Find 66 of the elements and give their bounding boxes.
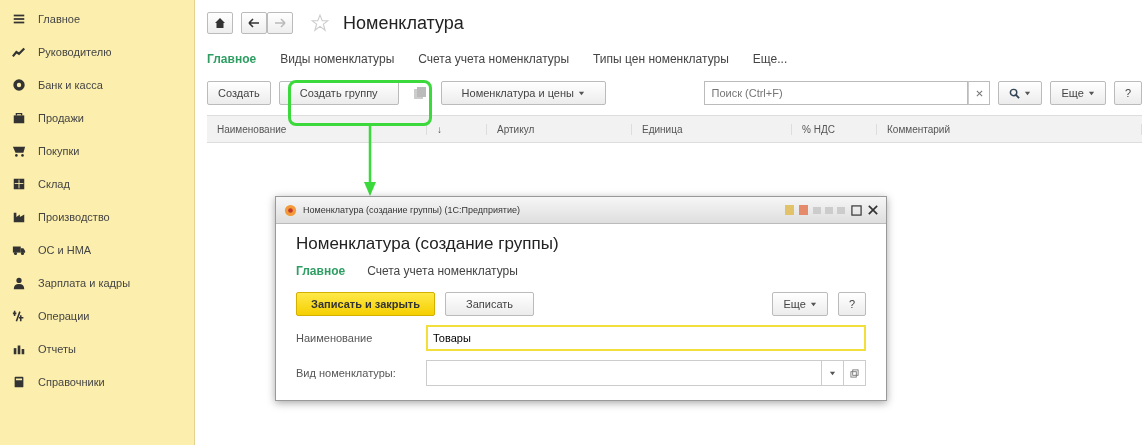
home-icon (214, 17, 226, 29)
create-button[interactable]: Создать (207, 81, 271, 105)
page-title: Номенклатура (343, 12, 464, 34)
search-options-button[interactable] (998, 81, 1043, 105)
tab[interactable]: Типы цен номенклатуры (593, 52, 729, 66)
forward-arrow-icon (274, 17, 286, 29)
close-icon[interactable] (868, 205, 878, 215)
tab[interactable]: Счета учета номенклатуры (367, 264, 518, 278)
sidebar-item[interactable]: Отчеты (0, 332, 194, 365)
sidebar-item[interactable]: Склад (0, 167, 194, 200)
field-label: Вид номенклатуры: (296, 367, 397, 379)
sidebar-item[interactable]: Руководителю (0, 35, 194, 68)
open-icon[interactable] (850, 368, 859, 378)
column-header[interactable]: Артикул (487, 123, 632, 135)
caret-icon (809, 300, 817, 308)
prices-dropdown-button[interactable]: Номенклатура и цены (440, 81, 606, 105)
sidebar-item[interactable]: Зарплата и кадры (0, 266, 194, 299)
coin-icon (12, 77, 26, 92)
back-button[interactable] (241, 12, 267, 34)
column-header[interactable]: Комментарий (877, 123, 1142, 135)
toolbar-icons[interactable] (785, 204, 845, 216)
sidebar-item[interactable]: Справочники (0, 365, 194, 398)
column-header[interactable]: ↓ (427, 123, 487, 135)
sidebar-item[interactable]: Покупки (0, 134, 194, 167)
help-button[interactable]: ? (1113, 81, 1142, 105)
book-icon (12, 374, 26, 389)
column-header[interactable]: % НДС (792, 123, 877, 135)
search-field[interactable]: Поиск (Ctrl+F) (704, 81, 969, 105)
more-button[interactable]: Еще (772, 292, 828, 316)
back-arrow-icon (248, 17, 260, 29)
more-button[interactable]: Еще (1050, 81, 1106, 105)
save-close-button[interactable]: Записать и закрыть (296, 292, 436, 316)
save-button[interactable]: Записать (445, 292, 535, 316)
home-button[interactable] (207, 12, 233, 34)
star-icon[interactable] (311, 14, 329, 32)
tab[interactable]: Счета учета номенклатуры (418, 52, 570, 66)
column-header[interactable]: Единица (632, 123, 792, 135)
caret-icon (1024, 89, 1032, 97)
window-title: Номенклатура (создание группы) (1С:Предприятие) (303, 205, 521, 215)
input-field[interactable]: Товары (426, 325, 866, 351)
sidebar-item[interactable]: Главное (0, 2, 194, 35)
tab[interactable]: Виды номенклатуры (280, 52, 395, 66)
sidebar-item[interactable]: Продажи (0, 101, 194, 134)
dropdown-icon[interactable] (829, 369, 836, 377)
sidebar-item[interactable]: ОС и НМА (0, 233, 194, 266)
operations-icon (12, 308, 26, 323)
caret-icon (577, 89, 585, 97)
app-logo-icon (284, 203, 297, 217)
caret-icon (1087, 89, 1095, 97)
dialog-title: Номенклатура (создание группы) (296, 234, 560, 254)
pointer-arrow (362, 126, 378, 196)
input-field[interactable] (426, 360, 822, 386)
sidebar-item[interactable]: Операции (0, 299, 194, 332)
create-group-button[interactable]: Создать группу (278, 81, 399, 105)
help-button[interactable]: ? (837, 292, 866, 316)
sidebar-item[interactable]: Банк и касса (0, 68, 194, 101)
column-header[interactable]: Наименование (207, 123, 427, 135)
maximize-icon[interactable] (851, 204, 862, 216)
field-label: Наименование (296, 332, 374, 344)
shelf-icon (12, 176, 26, 191)
tab[interactable]: Еще... (752, 52, 788, 66)
bag-icon (12, 110, 26, 125)
clear-icon[interactable] (976, 89, 983, 97)
person-icon (12, 275, 26, 290)
sidebar-item[interactable]: Производство (0, 200, 194, 233)
search-icon (1009, 87, 1021, 99)
